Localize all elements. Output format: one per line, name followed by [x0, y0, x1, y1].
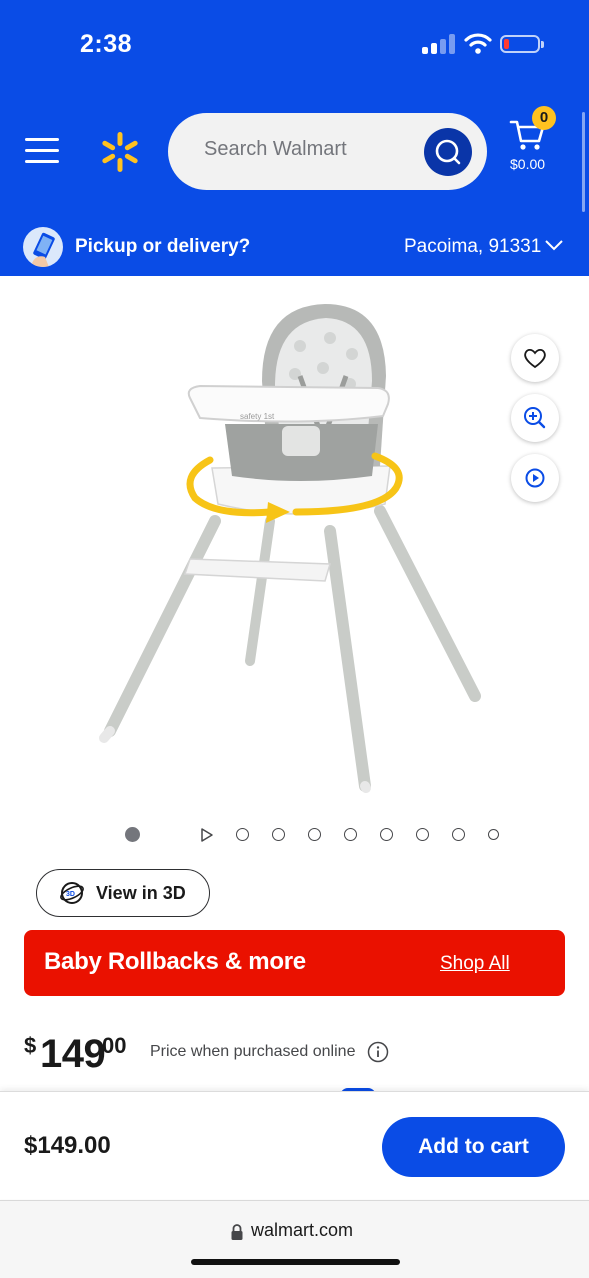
price-row: $ 149 00 Price when purchased online [24, 1028, 564, 1078]
status-icons [422, 32, 544, 56]
zoom-button[interactable] [511, 394, 559, 442]
search-input[interactable] [204, 138, 424, 161]
battery-icon [500, 35, 544, 53]
search-button[interactable] [424, 128, 472, 176]
carousel-dot[interactable] [125, 827, 140, 842]
lock-icon [231, 1224, 243, 1240]
browser-url-bar[interactable]: walmart.com [0, 1200, 589, 1278]
price-cents: 00 [102, 1033, 127, 1058]
shop-all-link[interactable]: Shop All [440, 953, 510, 975]
sticky-add-to-cart-bar: $149.00 Add to cart [0, 1091, 589, 1199]
add-to-cart-button[interactable]: Add to cart [382, 1117, 565, 1177]
carousel-dot[interactable] [272, 828, 285, 841]
zoom-in-icon [524, 407, 546, 429]
high-chair-image: safety 1st [99, 304, 481, 793]
walmart-header: 2:38 Search Walmart 0 $0.00 Pickup or de… [0, 0, 589, 276]
carousel-dot[interactable] [488, 829, 499, 840]
menu-button[interactable] [25, 138, 59, 164]
video-button[interactable] [511, 454, 559, 502]
cart-total: $0.00 [510, 156, 546, 172]
location-label[interactable]: Pacoima, 91331 [404, 236, 541, 258]
carousel-dot[interactable] [344, 828, 357, 841]
home-indicator[interactable] [191, 1259, 400, 1265]
favorite-button[interactable] [511, 334, 559, 382]
banner-title: Baby Rollbacks & more [44, 948, 306, 975]
cellular-signal-icon [422, 32, 456, 54]
wifi-icon [464, 33, 492, 54]
rollbacks-banner[interactable]: Baby Rollbacks & more Shop All [24, 930, 565, 996]
carousel-dot[interactable] [236, 828, 249, 841]
image-carousel-dots[interactable] [124, 826, 499, 844]
carousel-video-icon[interactable] [200, 827, 214, 843]
pickup-phone-icon [23, 227, 63, 267]
view-in-3d-label: View in 3D [96, 883, 186, 903]
heart-icon [524, 348, 546, 369]
search-bar[interactable] [168, 113, 487, 190]
pickup-label: Pickup or delivery? [75, 236, 251, 257]
bottom-price: $149.00 [24, 1132, 111, 1159]
pickup-delivery-row[interactable]: Pickup or delivery? Pacoima, 91331 [0, 222, 589, 272]
walmart-spark-icon[interactable] [98, 130, 142, 174]
svg-text:safety 1st: safety 1st [240, 412, 275, 421]
carousel-dot[interactable] [416, 828, 429, 841]
carousel-dot[interactable] [380, 828, 393, 841]
scrollbar[interactable] [582, 112, 585, 212]
info-icon[interactable] [367, 1041, 389, 1063]
price-dollars: 149 [40, 1032, 106, 1076]
play-icon [525, 468, 545, 488]
view-in-3d-button[interactable]: 3D View in 3D [36, 869, 210, 917]
3d-view-icon: 3D [60, 882, 84, 904]
cart-count-badge: 0 [532, 106, 556, 130]
url-text[interactable]: walmart.com [251, 1220, 353, 1241]
chevron-down-icon[interactable] [544, 238, 564, 252]
price-currency: $ [24, 1033, 37, 1058]
status-time: 2:38 [80, 30, 133, 58]
search-icon [435, 139, 461, 165]
carousel-dot[interactable] [452, 828, 465, 841]
product-image[interactable]: safety 1st [0, 276, 589, 812]
svg-text:3D: 3D [66, 891, 75, 898]
carousel-dot[interactable] [308, 828, 321, 841]
cart-button[interactable]: 0 $0.00 [508, 106, 556, 176]
price-note: Price when purchased online [150, 1043, 356, 1060]
